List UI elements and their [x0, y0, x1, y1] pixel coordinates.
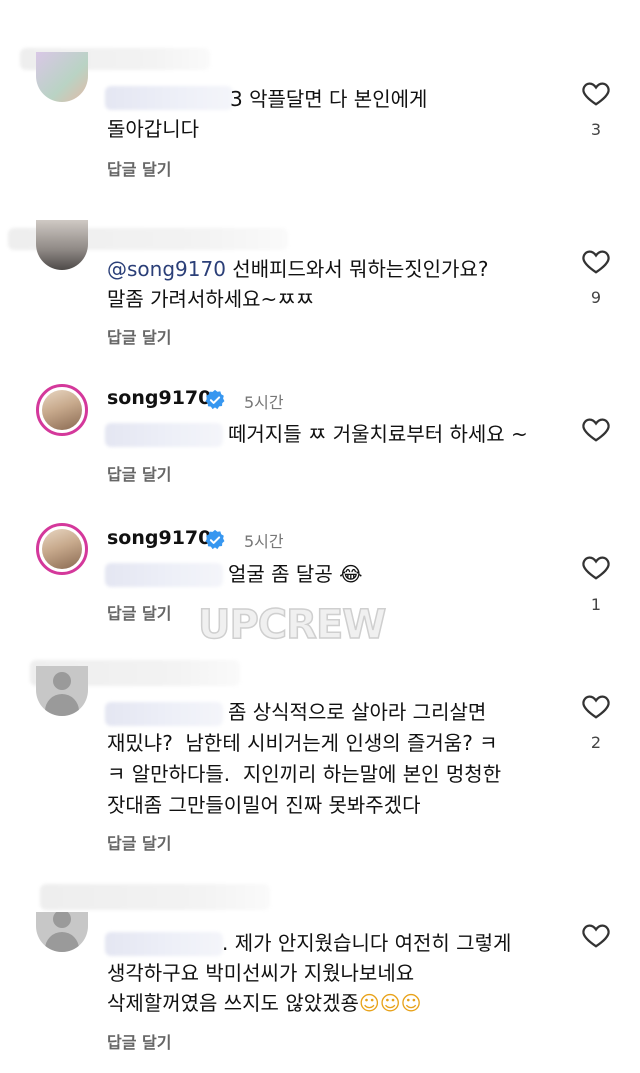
- avatar[interactable]: [36, 52, 88, 102]
- comment-text-line-2: 생각하구요 박미선씨가 지웠나보네요: [107, 961, 415, 985]
- avatar[interactable]: [36, 912, 88, 952]
- comment-text-line-2: 말좀 가려서하세요~ㅉㅉ: [107, 287, 315, 311]
- laughing-emoji: 😂: [339, 562, 363, 586]
- verified-badge-icon: [205, 389, 225, 410]
- heart-icon[interactable]: [580, 78, 612, 108]
- reply-button[interactable]: 답글 달기: [107, 830, 171, 854]
- verified-badge-icon: [205, 529, 225, 550]
- reply-button[interactable]: 답글 달기: [107, 324, 171, 348]
- like-count: 9: [590, 288, 602, 307]
- avatar-with-story-ring[interactable]: [36, 384, 88, 436]
- redacted-username: [40, 884, 270, 910]
- comment-text-line-4: 잣대좀 그만들이밀어 진짜 못봐주겠다: [107, 793, 421, 817]
- like-count: 1: [590, 595, 602, 614]
- avatar[interactable]: [36, 666, 88, 716]
- upcrew-watermark: UPCREW: [197, 601, 387, 649]
- username[interactable]: song9170: [107, 387, 211, 409]
- redacted-mention: [105, 702, 223, 726]
- reply-button[interactable]: 답글 달기: [107, 1029, 171, 1053]
- comment-text: 얼굴 좀 달공 😂: [228, 562, 363, 586]
- redacted-mention: [105, 86, 233, 110]
- comment-text: @song9170 선배피드와서 뭐하는짓인가요?: [107, 257, 489, 281]
- avatar-with-story-ring[interactable]: [36, 523, 88, 575]
- comment-text: . 제가 안지웠습니다 여전히 그렇게: [222, 931, 512, 955]
- heart-icon[interactable]: [580, 552, 612, 582]
- comment-text: 3 악플달면 다 본인에게: [230, 87, 428, 111]
- comment-text-line-3: ㅋ 알만하다들. 지인끼리 하는말에 본인 멍청한: [107, 762, 502, 786]
- reply-button[interactable]: 답글 달기: [107, 461, 171, 485]
- like-count: 3: [590, 120, 602, 139]
- heart-icon[interactable]: [580, 246, 612, 276]
- heart-icon[interactable]: [580, 920, 612, 950]
- avatar[interactable]: [36, 220, 88, 270]
- heart-icon[interactable]: [580, 414, 612, 444]
- redacted-mention: [105, 423, 223, 447]
- comment-text: 떼거지들 ㅉ 거울치료부터 하세요 ~: [228, 422, 528, 446]
- comment-text-line-2: 돌아갑니다: [107, 117, 199, 141]
- comment-text-line-3: 삭제할꺼였음 쓰지도 않았겠죵☺☺☺: [107, 991, 422, 1015]
- timestamp: 5시간: [244, 393, 284, 412]
- like-count: 2: [590, 733, 602, 752]
- reply-button[interactable]: 답글 달기: [107, 600, 171, 624]
- timestamp: 5시간: [244, 532, 284, 551]
- comment-text: 좀 상식적으로 살아라 그리살면: [228, 700, 487, 724]
- redacted-mention: [105, 563, 223, 587]
- smiling-emoji: ☺☺☺: [358, 991, 422, 1015]
- redacted-mention: [105, 932, 223, 956]
- reply-button[interactable]: 답글 달기: [107, 156, 171, 180]
- heart-icon[interactable]: [580, 691, 612, 721]
- comment-text-line-2: 재밌냐? 남한테 시비거는게 인생의 즐거움? ㅋ: [107, 731, 498, 755]
- mention-link[interactable]: @song9170: [107, 257, 226, 281]
- username[interactable]: song9170: [107, 527, 211, 549]
